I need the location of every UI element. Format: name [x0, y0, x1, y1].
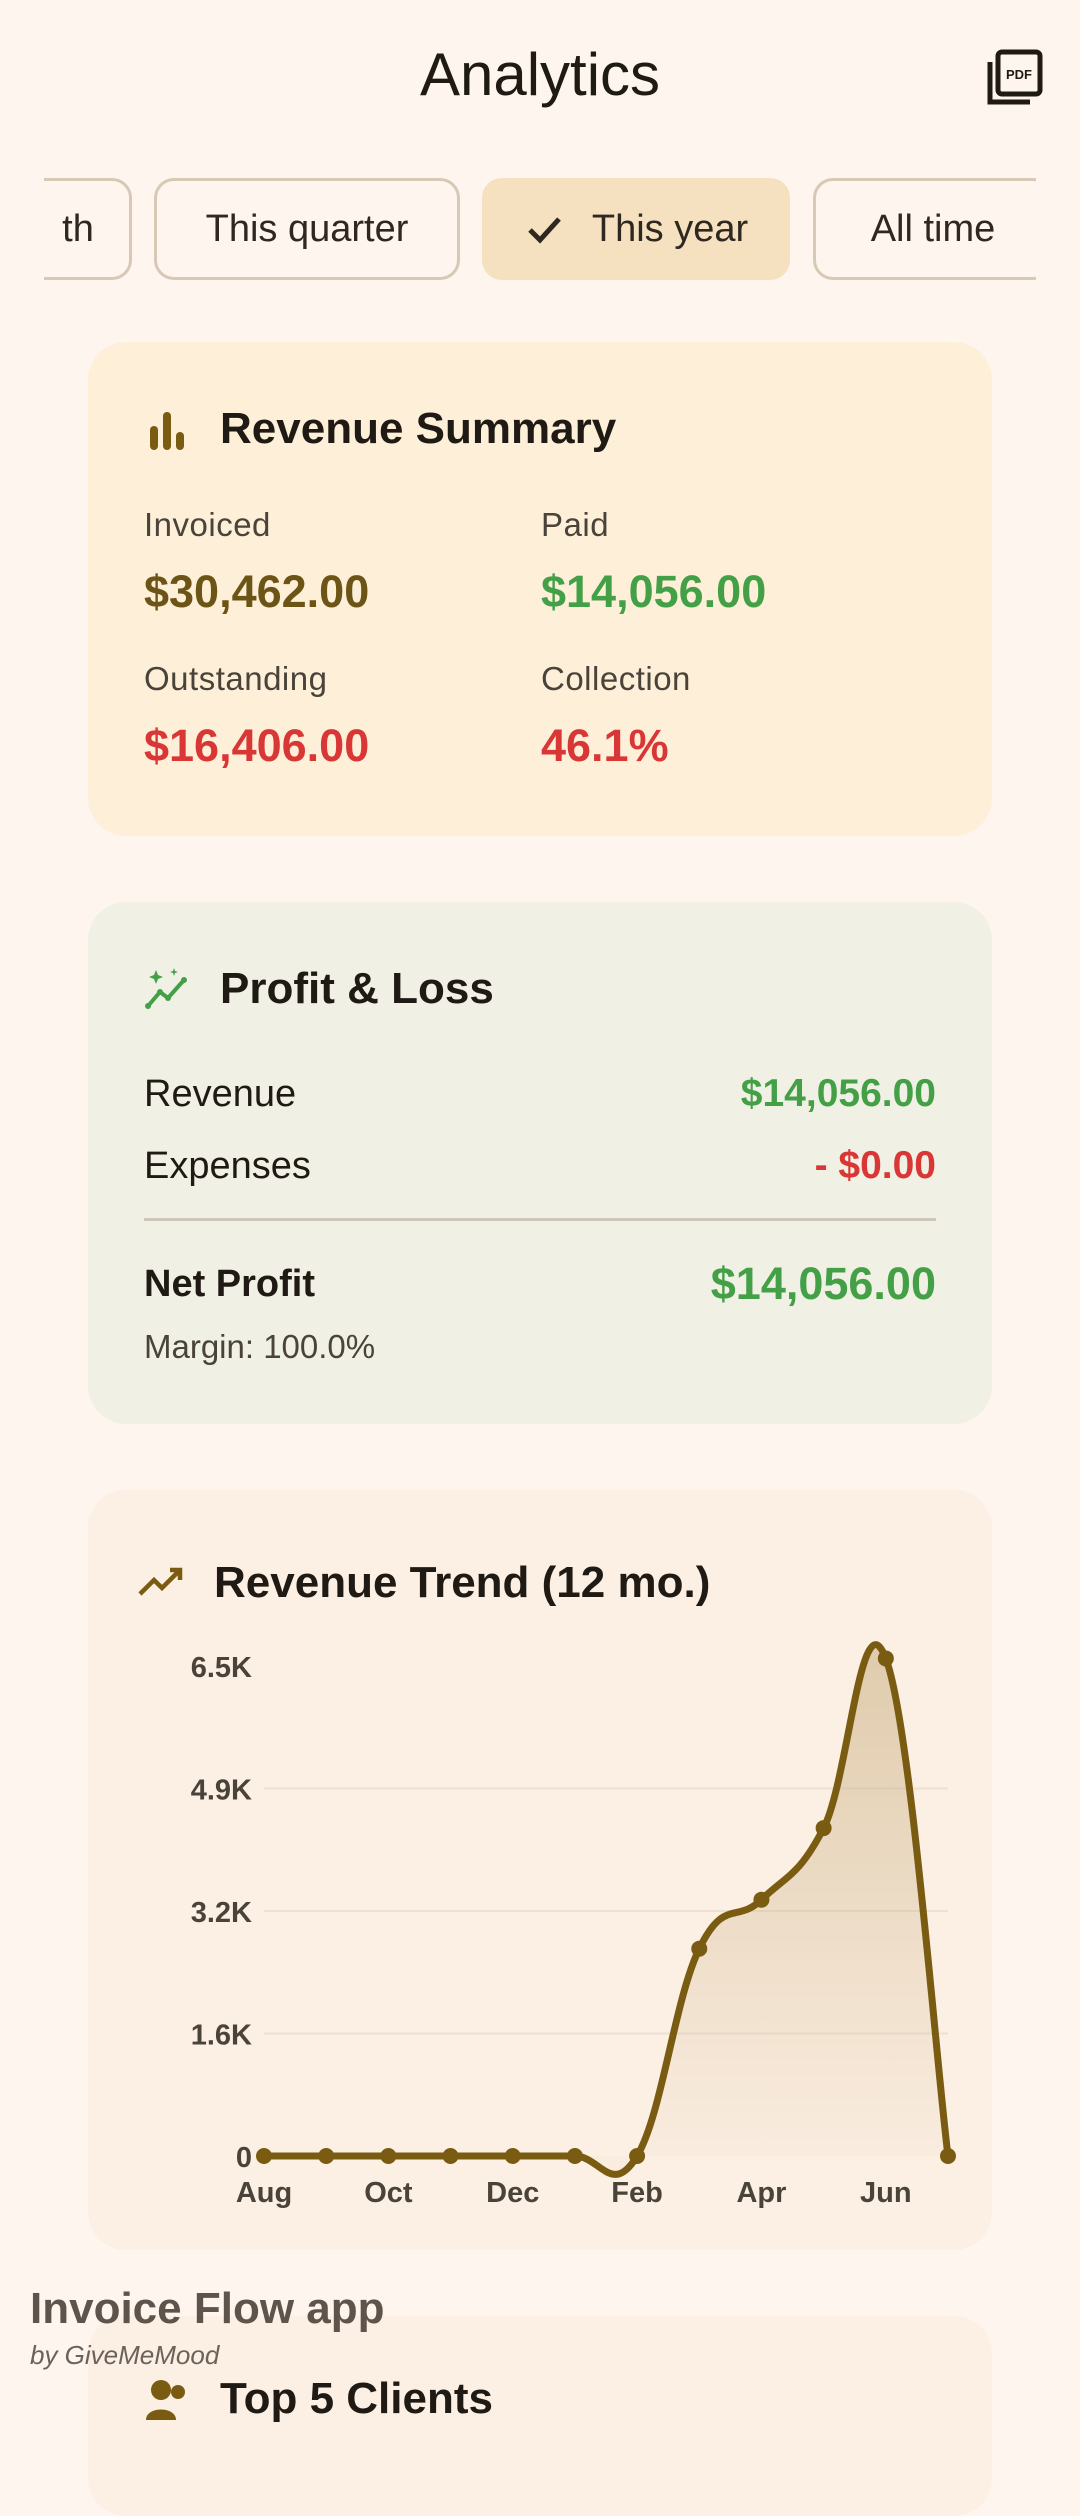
series-area: [264, 1644, 948, 2175]
chip-this-year[interactable]: This year: [482, 178, 790, 280]
x-tick-label: Feb: [611, 2177, 663, 2209]
data-point: [256, 2148, 272, 2164]
data-point: [753, 1891, 770, 1908]
stat-value: $14,056.00: [541, 566, 767, 617]
revenue-trend-chart: 0 1.6K 3.2K 4.9K 6.5K Aug Oct Dec Feb Apr Jun: [191, 1641, 956, 2209]
data-point: [940, 2148, 956, 2164]
chip-label: This year: [591, 207, 749, 250]
pdf-export-icon[interactable]: PDF: [984, 48, 1044, 108]
data-point: [504, 2148, 521, 2164]
card-title: Profit & Loss: [220, 964, 494, 1013]
x-tick-label: Jun: [860, 2177, 912, 2209]
x-tick-label: Dec: [486, 2177, 539, 2209]
app-branding: Invoice Flow app by GiveMeMood: [30, 2284, 385, 2371]
data-point: [815, 1820, 832, 1837]
revenue-trend-card: Revenue Trend (12 mo.) 0 1.6K 3.2K 4.9K 6.5K…: [88, 1490, 992, 2250]
x-tick-label: Oct: [364, 2177, 413, 2209]
chip-all-time[interactable]: All time: [813, 178, 1036, 280]
stat-label: Paid: [541, 506, 610, 543]
data-point: [566, 2148, 583, 2164]
app-author: by GiveMeMood: [30, 2340, 220, 2370]
people-icon: [146, 2380, 185, 2420]
top-clients-header: Top 5 Clients: [144, 2374, 493, 2424]
stat-value: 46.1%: [541, 720, 669, 771]
divider: [144, 1218, 936, 1221]
chip-this-quarter[interactable]: This quarter: [154, 178, 460, 280]
pl-net-profit-row: Net Profit $14,056.00: [144, 1258, 936, 1310]
data-point: [877, 1650, 894, 1667]
chip-this-month[interactable]: th: [44, 178, 132, 280]
row-value: $14,056.00: [740, 1072, 936, 1115]
sparkle-trend-icon: [145, 968, 187, 1009]
collection-stat: Collection 46.1%: [541, 660, 691, 772]
stat-value: $16,406.00: [144, 720, 370, 771]
data-point: [691, 1940, 708, 1957]
margin-text: Margin: 100.0%: [144, 1328, 376, 1365]
check-icon: [528, 217, 561, 244]
row-value: - $0.00: [814, 1144, 936, 1187]
y-tick-label: 6.5K: [191, 1652, 252, 1684]
y-tick-label: 1.6K: [191, 2020, 252, 2052]
chip-label: This quarter: [205, 207, 409, 250]
card-title: Top 5 Clients: [220, 2374, 493, 2423]
revenue-summary-card: Revenue Summary Invoiced $30,462.00 Paid…: [88, 342, 992, 836]
y-tick-label: 4.9K: [191, 1775, 252, 1807]
data-point: [318, 2148, 335, 2164]
chip-label: All time: [870, 207, 996, 250]
bar-chart-icon: [150, 412, 184, 450]
data-point: [442, 2148, 459, 2164]
outstanding-stat: Outstanding $16,406.00: [144, 660, 369, 772]
data-point: [380, 2148, 397, 2164]
stat-value: $30,462.00: [144, 566, 370, 617]
pl-revenue-row: Revenue $14,056.00: [144, 1072, 936, 1116]
x-tick-label: Aug: [236, 2177, 292, 2209]
row-label: Expenses: [144, 1144, 311, 1187]
stat-label: Outstanding: [144, 660, 328, 697]
invoiced-stat: Invoiced $30,462.00: [144, 506, 369, 618]
revenue-summary-header: Revenue Summary: [144, 404, 616, 454]
row-label: Net Profit: [144, 1262, 315, 1305]
app-name: Invoice Flow app: [30, 2284, 385, 2333]
y-tick-label: 0: [236, 2142, 252, 2174]
period-filter-chips: th This quarter This year All time: [44, 178, 1036, 286]
row-label: Revenue: [144, 1072, 297, 1115]
paid-stat: Paid $14,056.00: [541, 506, 766, 618]
y-tick-label: 3.2K: [191, 1897, 252, 1929]
profit-loss-header: Profit & Loss: [144, 964, 494, 1014]
chip-label: th: [62, 207, 94, 250]
page-title: Analytics: [419, 41, 661, 108]
stat-label: Collection: [541, 660, 691, 697]
data-point: [629, 2148, 646, 2164]
pl-expenses-row: Expenses - $0.00: [144, 1144, 936, 1188]
x-tick-label: Apr: [736, 2177, 786, 2209]
svg-text:PDF: PDF: [1006, 67, 1032, 82]
card-title: Revenue Summary: [220, 404, 617, 453]
row-value: $14,056.00: [710, 1258, 936, 1309]
stat-label: Invoiced: [144, 506, 271, 543]
profit-loss-card: Profit & Loss Revenue $14,056.00 Expense…: [88, 902, 992, 1424]
